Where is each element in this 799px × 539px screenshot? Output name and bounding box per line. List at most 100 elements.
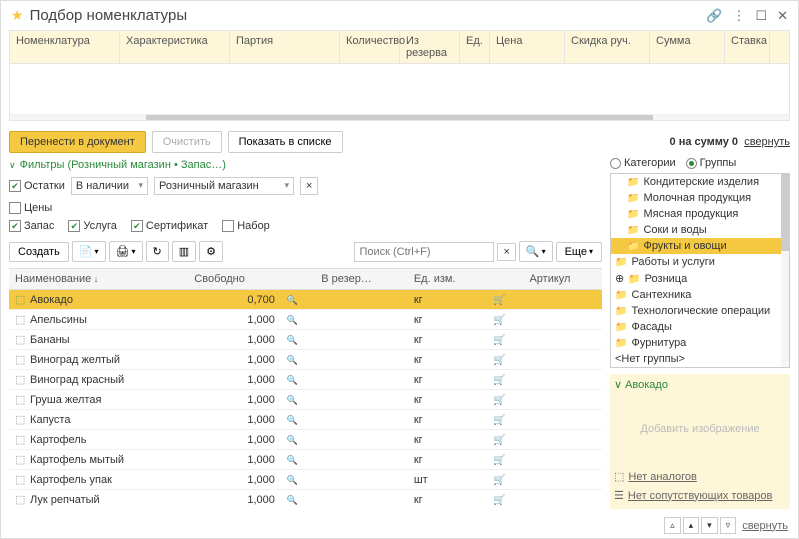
col-reserve[interactable]: В резер… [315, 269, 408, 290]
cart-col[interactable]: Номенклатура [10, 31, 120, 63]
tree-item[interactable]: Фурнитура [611, 335, 789, 351]
table-row[interactable]: ⬚ Апельсины 1,000 кг [9, 310, 602, 330]
table-row[interactable]: ⬚ Бананы 1,000 кг [9, 330, 602, 350]
nav-bottom-button[interactable]: ▿ [720, 517, 737, 534]
table-row[interactable]: ⬚ Картофель 1,000 кг [9, 430, 602, 450]
tree-item[interactable]: Технологические операции [611, 303, 789, 319]
settings-button[interactable]: ⚙ [199, 241, 223, 262]
cart-icon[interactable] [493, 374, 505, 386]
table-row[interactable]: ⬚ Картофель упак 1,000 шт [9, 470, 602, 490]
table-row[interactable]: ⬚ Виноград красный 1,000 кг [9, 370, 602, 390]
clear-button[interactable]: Очистить [152, 131, 222, 153]
tree-item[interactable]: ⊕ Розница [611, 270, 789, 287]
magnifier-icon[interactable] [287, 374, 298, 386]
magnifier-icon[interactable] [287, 414, 298, 426]
filters-header[interactable]: ∨ Фильтры (Розничный магазин • Запас…) [9, 157, 602, 173]
magnifier-icon[interactable] [287, 474, 298, 486]
nav-up-button[interactable]: ▴ [683, 517, 700, 534]
magnifier-icon[interactable] [287, 494, 298, 506]
table-row[interactable]: ⬚ Лук репчатый 1,000 кг [9, 490, 602, 510]
create-button[interactable]: Создать [9, 242, 69, 262]
cart-col[interactable]: Сумма [650, 31, 725, 63]
favorite-star-icon[interactable]: ★ [11, 7, 24, 24]
magnifier-icon[interactable] [287, 394, 298, 406]
magnifier-icon[interactable] [287, 434, 298, 446]
magnifier-icon[interactable] [287, 334, 298, 346]
col-article[interactable]: Артикул [523, 269, 602, 290]
magnifier-icon[interactable] [287, 294, 298, 306]
no-analogs-link[interactable]: Нет аналогов [628, 471, 697, 483]
tree-item[interactable]: Работы и услуги [611, 254, 789, 270]
cart-col[interactable]: Цена [490, 31, 565, 63]
cart-col[interactable]: Партия [230, 31, 340, 63]
groups-radio[interactable]: Группы [686, 157, 737, 169]
collapse-link[interactable]: свернуть [744, 136, 790, 148]
categories-radio[interactable]: Категории [610, 157, 676, 169]
table-row[interactable]: ⬚ Авокадо 0,700 кг [9, 290, 602, 310]
tree-item[interactable]: Мясная продукция [611, 206, 789, 222]
cart-scrollbar[interactable] [10, 114, 789, 120]
sert-checkbox[interactable]: ✔Сертификат [131, 220, 208, 232]
tree-item[interactable]: Фасады [611, 319, 789, 335]
nabor-checkbox[interactable]: Набор [222, 220, 270, 232]
no-related-link[interactable]: Нет сопутствующих товаров [628, 490, 773, 502]
table-row[interactable]: ⬚ Капуста 1,000 кг [9, 410, 602, 430]
maximize-icon[interactable]: ☐ [755, 8, 767, 24]
magnifier-icon[interactable] [287, 314, 298, 326]
link-icon[interactable]: 🔗 [706, 8, 722, 24]
prices-checkbox[interactable]: Цены [9, 202, 52, 214]
tree-item[interactable]: Молочная продукция [611, 190, 789, 206]
cart-col[interactable]: Количество [340, 31, 400, 63]
table-row[interactable]: ⬚ Картофель мытый 1,000 кг [9, 450, 602, 470]
cart-icon[interactable] [493, 314, 505, 326]
stock-checkbox[interactable]: ✔Остатки [9, 180, 65, 192]
transfer-button[interactable]: Перенести в документ [9, 131, 146, 153]
cart-icon[interactable] [493, 334, 505, 346]
clear-warehouse-button[interactable]: × [300, 177, 318, 195]
show-in-list-button[interactable]: Показать в списке [228, 131, 343, 153]
search-input[interactable] [354, 242, 494, 262]
tree-item[interactable]: Соки и воды [611, 222, 789, 238]
barcode-button[interactable]: ▥ [172, 241, 196, 262]
nav-down-button[interactable]: ▾ [701, 517, 718, 534]
cart-col[interactable]: Ставка [725, 31, 770, 63]
cart-icon[interactable] [493, 474, 505, 486]
close-icon[interactable]: ✕ [777, 8, 788, 24]
refresh-button[interactable]: ↻ [146, 241, 169, 262]
add-image-link[interactable]: Добавить изображение [614, 391, 786, 467]
col-unit[interactable]: Ед. изм. [408, 269, 487, 290]
tree-item[interactable]: <Нет группы> [611, 351, 789, 367]
cart-icon[interactable] [493, 294, 505, 306]
cart-col[interactable]: Ед. [460, 31, 490, 63]
cart-icon[interactable] [493, 454, 505, 466]
cart-col[interactable]: Скидка руч. [565, 31, 650, 63]
table-row[interactable]: ⬚ Груша желтая 1,000 кг [9, 390, 602, 410]
col-name[interactable]: Наименование [9, 269, 188, 290]
col-free[interactable]: Свободно [188, 269, 281, 290]
tree-item[interactable]: Кондитерские изделия [611, 174, 789, 190]
magnifier-icon[interactable] [287, 454, 298, 466]
footer-collapse-link[interactable]: свернуть [742, 520, 788, 532]
warehouse-select[interactable]: Розничный магазин [154, 177, 294, 195]
cart-icon[interactable] [493, 414, 505, 426]
cart-icon[interactable] [493, 354, 505, 366]
print-button[interactable]: 🖨▾ [109, 241, 143, 262]
cart-icon[interactable] [493, 394, 505, 406]
tree-item[interactable]: Сантехника [611, 287, 789, 303]
clear-search-button[interactable]: × [497, 243, 515, 261]
cart-icon[interactable] [493, 494, 505, 506]
nav-top-button[interactable]: ▵ [664, 517, 681, 534]
menu-icon[interactable]: ⋮ [732, 8, 745, 24]
cart-icon[interactable] [493, 434, 505, 446]
tree-item[interactable]: Фрукты и овощи [611, 238, 789, 254]
usluga-checkbox[interactable]: ✔Услуга [68, 220, 117, 232]
table-row[interactable]: ⬚ Виноград желтый 1,000 кг [9, 350, 602, 370]
copy-button[interactable]: 📄▾ [72, 241, 106, 262]
cart-col[interactable]: Характеристика [120, 31, 230, 63]
details-header[interactable]: ∨ Авокадо [614, 378, 786, 391]
zapas-checkbox[interactable]: ✔Запас [9, 220, 54, 232]
search-button[interactable]: 🔍▾ [519, 241, 553, 262]
magnifier-icon[interactable] [287, 354, 298, 366]
cart-col[interactable]: Из резерва [400, 31, 460, 63]
more-button[interactable]: Еще ▾ [556, 242, 602, 262]
